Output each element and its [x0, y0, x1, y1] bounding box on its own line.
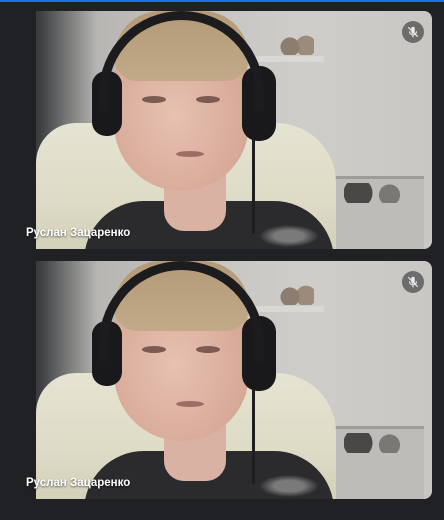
participant-tile[interactable]: Руслан Зацаренко: [14, 11, 432, 249]
video-feed: [14, 11, 432, 249]
mic-off-icon: [402, 21, 424, 43]
video-feed: [14, 261, 432, 499]
participant-name: Руслан Зацаренко: [26, 227, 131, 239]
participant-name: Руслан Зацаренко: [26, 477, 131, 489]
top-accent-bar: [0, 0, 444, 2]
participant-tile[interactable]: Руслан Зацаренко: [14, 261, 432, 499]
mic-off-icon: [402, 271, 424, 293]
